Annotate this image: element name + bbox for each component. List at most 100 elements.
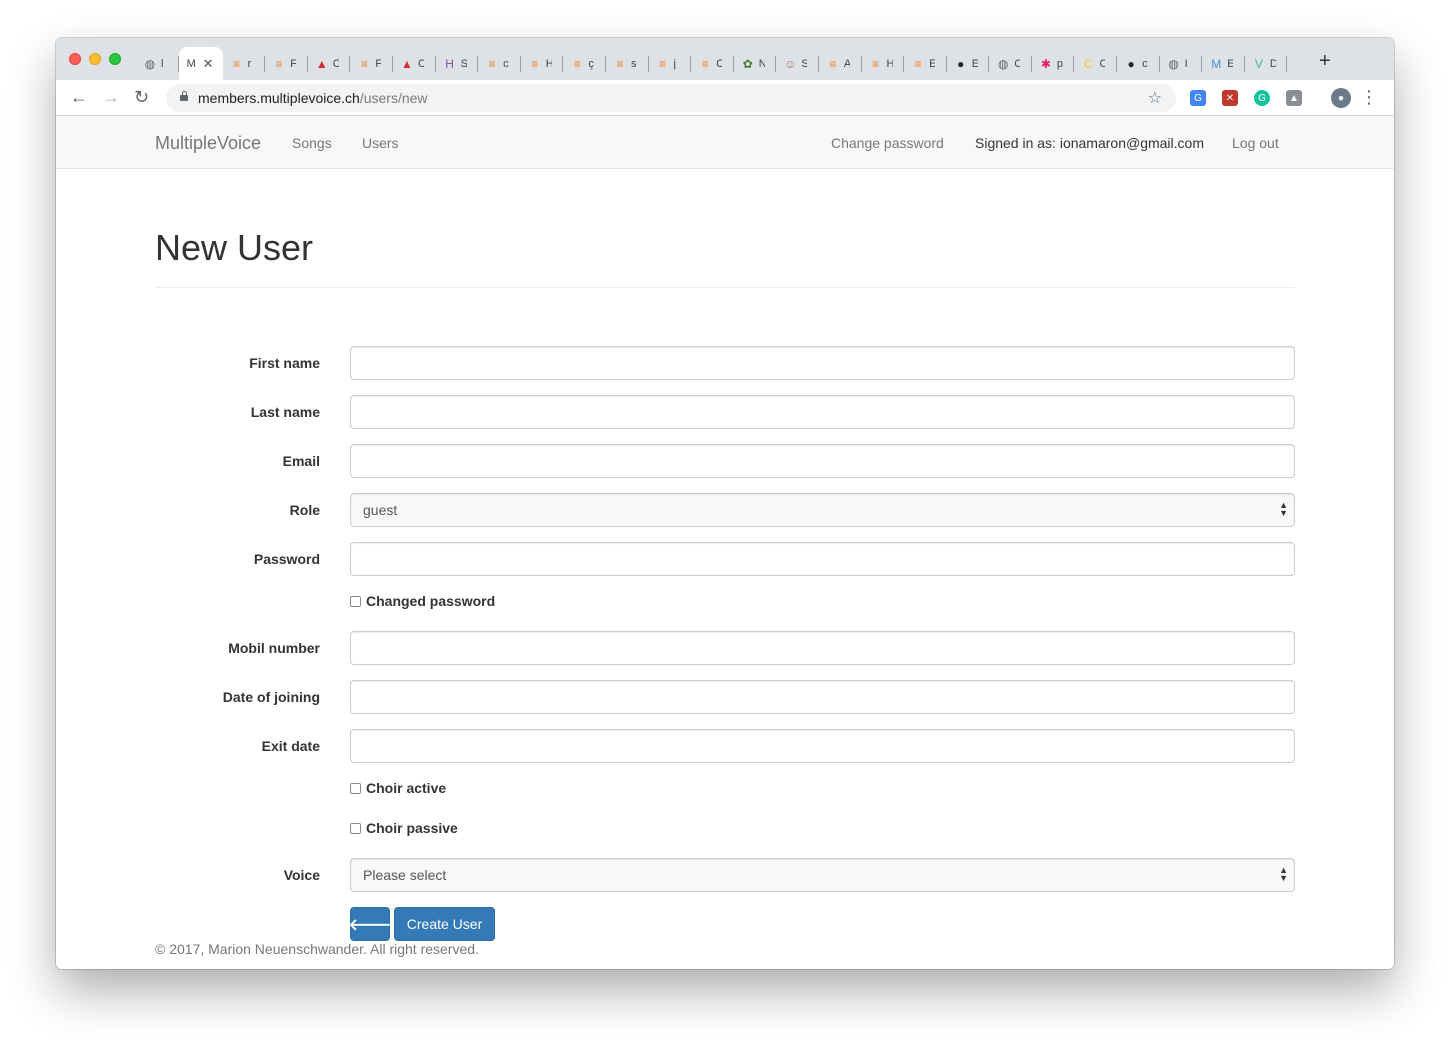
first-name-field[interactable]	[350, 346, 1295, 380]
create-user-button[interactable]: Create User	[394, 907, 495, 941]
choir-active-checkbox[interactable]	[350, 782, 361, 794]
select-arrows-icon: ▲ ▼	[1279, 500, 1288, 518]
page-content: MultipleVoice Songs Users Change passwor…	[56, 117, 1394, 969]
new-tab-button[interactable]: +	[1319, 50, 1331, 73]
tab[interactable]: ▲ C	[393, 47, 436, 80]
bookmark-star-icon[interactable]: ☆	[1148, 88, 1162, 108]
stackoverflow-icon: ≡	[275, 56, 283, 71]
logout-link[interactable]: Log out	[1232, 135, 1279, 151]
minimize-window-button[interactable]	[89, 53, 101, 65]
tab[interactable]: ≡ c	[478, 47, 521, 80]
tab[interactable]: ◍ I	[1160, 47, 1203, 80]
role-select[interactable]: guest ▲ ▼	[350, 493, 1295, 527]
tab-title: C	[1014, 57, 1021, 70]
tab-title: s	[630, 57, 637, 70]
globe-icon: ◍	[1168, 56, 1179, 71]
tools-extension-icon[interactable]: ✕	[1222, 90, 1238, 106]
globe-icon: ◍	[998, 56, 1009, 71]
tab[interactable]: ≡ ç	[563, 47, 606, 80]
tab[interactable]: ≡ r	[223, 47, 266, 80]
changed-password-checkbox[interactable]	[350, 595, 361, 607]
close-window-button[interactable]	[69, 53, 81, 65]
tab[interactable]: ✱ p	[1032, 47, 1075, 80]
tab[interactable]: VD	[1245, 47, 1288, 80]
stackoverflow-icon: ≡	[488, 56, 496, 71]
back-icon[interactable]: ←	[70, 87, 88, 108]
tab[interactable]: ≡ A	[819, 47, 862, 80]
nav-users-link[interactable]: Users	[362, 135, 399, 151]
tab[interactable]: ≡ H	[521, 47, 564, 80]
google-translate-icon[interactable]: G	[1190, 90, 1206, 106]
changed-password-row: Changed password	[350, 593, 495, 609]
stackoverflow-icon: ≡	[233, 56, 241, 71]
tab[interactable]: ✿ N	[734, 47, 777, 80]
email-field[interactable]	[350, 444, 1295, 478]
tab-title: M	[186, 57, 196, 70]
close-tab-icon[interactable]: ✕	[203, 56, 214, 72]
role-label: Role	[289, 502, 320, 518]
address-bar[interactable]: members.multiplevoice.ch/users/new ☆	[166, 84, 1176, 112]
github-icon: ●	[957, 56, 965, 71]
exit-date-field[interactable]	[350, 729, 1295, 763]
nav-songs-link[interactable]: Songs	[292, 135, 332, 151]
first-name-label: First name	[249, 355, 320, 371]
tab[interactable]: ● c	[1117, 47, 1160, 80]
tab[interactable]: ≡ s	[606, 47, 649, 80]
exit-date-label: Exit date	[261, 738, 320, 754]
voice-select[interactable]: Please select ▲ ▼	[350, 858, 1295, 892]
tab[interactable]: ◍ l	[136, 47, 179, 80]
date-of-joining-field[interactable]	[350, 680, 1295, 714]
role-value: guest	[363, 502, 398, 518]
tab[interactable]: ● E	[947, 47, 990, 80]
lock-icon	[180, 91, 188, 101]
tab[interactable]: ME	[1202, 47, 1245, 80]
tab[interactable]: ☺ S	[776, 47, 819, 80]
zoom-window-button[interactable]	[109, 53, 121, 65]
tab-title: c	[503, 57, 509, 70]
site-navbar: MultipleVoice Songs Users Change passwor…	[56, 117, 1394, 169]
asterisk-icon: ✱	[1040, 56, 1051, 71]
brand-link[interactable]: MultipleVoice	[155, 133, 261, 154]
choir-passive-row: Choir passive	[350, 820, 458, 836]
red-shoe-icon: ▲	[315, 56, 328, 71]
tab[interactable]: CC	[1074, 47, 1117, 80]
browser-toolbar: ← → ↻ members.multiplevoice.ch/users/new…	[56, 80, 1394, 116]
tab[interactable]: ▲ C	[308, 47, 351, 80]
tab-title: H	[545, 57, 552, 70]
url-host: members.multiplevoice.ch	[198, 90, 360, 106]
tab-active[interactable]: M ✕	[178, 47, 223, 80]
reload-icon[interactable]: ↻	[134, 87, 149, 108]
url-text: members.multiplevoice.ch/users/new	[198, 90, 428, 106]
tab-title: S	[801, 57, 808, 70]
tab[interactable]: ≡ F	[265, 47, 308, 80]
title-divider	[155, 287, 1295, 288]
mobile-number-field[interactable]	[350, 631, 1295, 665]
tab-title: r	[247, 57, 252, 70]
grammarly-icon[interactable]: G	[1254, 90, 1270, 106]
change-password-link[interactable]: Change password	[831, 135, 944, 151]
google-drive-icon[interactable]: ▲	[1286, 90, 1302, 106]
back-button[interactable]: 🡐	[349, 907, 391, 941]
choir-active-label[interactable]: Choir active	[366, 780, 446, 796]
url-path: /users/new	[359, 90, 428, 106]
tab-title: C	[1099, 57, 1106, 70]
browser-menu-icon[interactable]: ⋮	[1360, 88, 1378, 106]
red-shoe-icon: ▲	[401, 56, 413, 71]
tab[interactable]: ◍ C	[989, 47, 1032, 80]
password-field[interactable]	[350, 542, 1295, 576]
tab-title: l	[161, 57, 164, 70]
tab[interactable]: ≡ j	[649, 47, 692, 80]
choir-passive-checkbox[interactable]	[350, 822, 361, 834]
choir-passive-label[interactable]: Choir passive	[366, 820, 458, 836]
tab-title: E	[1227, 57, 1234, 70]
tab[interactable]: ≡ H	[862, 47, 905, 80]
forward-icon[interactable]: →	[102, 87, 120, 108]
tab[interactable]: ≡ E	[904, 47, 947, 80]
github-icon: ●	[1127, 56, 1135, 71]
tab[interactable]: ≡ C	[691, 47, 734, 80]
tab[interactable]: ≡ F	[350, 47, 393, 80]
last-name-field[interactable]	[350, 395, 1295, 429]
profile-avatar[interactable]: ●	[1331, 88, 1351, 108]
tab[interactable]: HS	[436, 47, 479, 80]
changed-password-label[interactable]: Changed password	[366, 593, 495, 609]
